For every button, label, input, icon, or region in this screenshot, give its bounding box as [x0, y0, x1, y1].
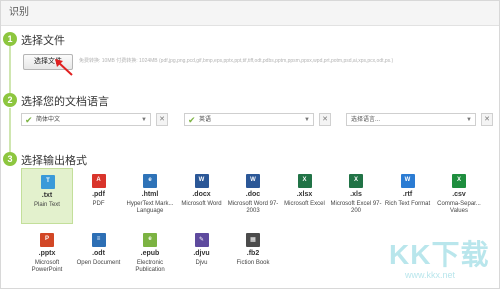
format-name: Microsoft Word 97-2003 — [227, 201, 279, 214]
file-type-glyph: ✎ — [198, 237, 205, 243]
file-type-icon: X — [452, 174, 466, 188]
format-name: Microsoft PowerPoint — [31, 260, 63, 273]
format-extension: .djvu — [193, 250, 210, 257]
language-placeholder: 选择语言... — [351, 117, 381, 123]
step-3-badge: 3 — [3, 152, 17, 166]
format-option[interactable]: ▦ .fb2 Fiction Book — [227, 227, 279, 283]
step-1-title: 选择文件 — [21, 35, 65, 47]
file-type-icon: T — [41, 175, 55, 189]
format-option[interactable]: ≡ .odt Open Document — [73, 227, 125, 283]
step-2-badge: 2 — [3, 93, 17, 107]
file-type-icon: W — [246, 174, 260, 188]
step-connector — [9, 45, 11, 93]
format-option[interactable]: ✎ .djvu Djvu — [176, 227, 228, 283]
watermark-text: KK下载 — [389, 239, 490, 270]
format-extension: .html — [141, 191, 159, 198]
file-type-icon: W — [194, 174, 209, 188]
language-select-1[interactable]: ✔ 简体中文 ▼ — [21, 113, 151, 126]
file-type-icon: W — [400, 174, 415, 188]
file-type-glyph: W — [404, 177, 411, 183]
file-type-glyph: A — [96, 177, 101, 183]
file-type-glyph: X — [456, 177, 461, 183]
language-value-2: 英语 — [199, 117, 212, 123]
file-type-glyph: e — [148, 236, 152, 242]
watermark-url: www.kkx.net — [405, 270, 456, 280]
format-option[interactable]: W .rtf Rich Text Format — [382, 168, 434, 224]
format-option[interactable]: T .txt Plain Text — [21, 168, 73, 224]
watermark-logo: KK下载 www.kkx.net — [385, 225, 497, 285]
format-option[interactable]: X .xlsx Microsoft Excel — [279, 168, 331, 224]
step-3-title: 选择输出格式 — [21, 155, 87, 167]
check-icon: ✔ — [25, 115, 33, 125]
format-option[interactable]: A .pdf PDF — [73, 168, 125, 224]
file-type-glyph: ▦ — [250, 237, 256, 243]
file-type-glyph: X — [302, 177, 307, 183]
clear-language-1-button[interactable]: ✕ — [156, 113, 168, 126]
format-name: Comma-Separ... Values — [437, 201, 481, 214]
format-name: Microsoft Excel — [284, 201, 325, 207]
format-name: Open Document — [76, 260, 121, 266]
file-type-glyph: X — [353, 177, 358, 183]
chevron-down-icon: ▼ — [304, 117, 310, 123]
format-option[interactable]: e .html HyperText Mark... Language — [124, 168, 176, 224]
format-extension: .xls — [350, 191, 362, 198]
format-extension: .xlsx — [296, 191, 313, 198]
step-2-title: 选择您的文档语言 — [21, 96, 109, 108]
format-extension: .doc — [245, 191, 261, 198]
language-select-2[interactable]: ✔ 英语 ▼ — [184, 113, 314, 126]
file-size-hint: 免费转换: 10MB 付费转换: 1024MB (pdf,jpg,png,pcd… — [79, 58, 394, 64]
format-option[interactable]: X .xls Microsoft Excel 97-200 — [330, 168, 382, 224]
file-type-icon: e — [143, 233, 157, 247]
language-select-3[interactable]: 选择语言... ▼ — [346, 113, 476, 126]
file-type-icon: ▦ — [246, 233, 260, 247]
clear-language-3-button[interactable]: ✕ — [481, 113, 493, 126]
chevron-down-icon: ▼ — [466, 117, 472, 123]
step-connector — [9, 108, 11, 152]
format-option[interactable]: W .docx Microsoft Word — [176, 168, 228, 224]
recognition-panel: 识别 1 选择文件 选择文件 免费转换: 10MB 付费转换: 1024MB (… — [0, 0, 500, 289]
format-extension: .pptx — [38, 250, 56, 257]
format-name: Microsoft Excel 97-200 — [330, 201, 382, 214]
red-arrow-icon — [55, 59, 73, 76]
format-option[interactable]: e .epub Electronic Publication — [124, 227, 176, 283]
format-name: Rich Text Format — [384, 201, 431, 207]
file-type-icon: e — [143, 174, 157, 188]
file-type-icon: X — [297, 174, 312, 188]
file-type-icon: ≡ — [91, 233, 106, 247]
check-icon: ✔ — [188, 115, 196, 125]
file-type-glyph: e — [148, 177, 152, 183]
file-type-glyph: W — [198, 177, 205, 183]
file-type-glyph: W — [250, 177, 256, 183]
format-name: Fiction Book — [236, 260, 270, 266]
file-type-glyph: P — [44, 236, 49, 242]
file-type-glyph: ≡ — [96, 236, 101, 242]
clear-language-2-button[interactable]: ✕ — [319, 113, 331, 126]
file-type-icon: P — [40, 233, 54, 247]
file-type-glyph: T — [46, 178, 50, 184]
file-type-icon: X — [349, 174, 363, 188]
chevron-down-icon: ▼ — [141, 117, 147, 123]
format-option[interactable]: W .doc Microsoft Word 97-2003 — [227, 168, 279, 224]
file-type-icon: A — [91, 174, 106, 188]
format-extension: .csv — [452, 191, 466, 198]
format-name: Djvu — [195, 260, 208, 266]
format-name: HyperText Mark... Language — [126, 201, 174, 214]
format-name: Microsoft Word — [181, 201, 222, 207]
format-extension: .epub — [140, 250, 160, 257]
file-type-icon: ✎ — [194, 233, 209, 247]
format-extension: .odt — [92, 250, 105, 257]
format-extension: .pdf — [92, 191, 105, 198]
format-extension: .docx — [192, 191, 211, 198]
format-option[interactable]: P .pptx Microsoft PowerPoint — [21, 227, 73, 283]
panel-header: 识别 — [1, 1, 499, 26]
format-name: PDF — [92, 201, 105, 207]
step-1-badge: 1 — [3, 32, 17, 46]
format-name: Electronic Publication — [135, 260, 165, 273]
language-value-1: 简体中文 — [36, 117, 61, 123]
format-name: Plain Text — [34, 202, 60, 208]
format-extension: .fb2 — [246, 250, 260, 257]
format-extension: .rtf — [402, 191, 413, 198]
format-option[interactable]: X .csv Comma-Separ... Values — [433, 168, 485, 224]
format-extension: .txt — [41, 192, 53, 199]
